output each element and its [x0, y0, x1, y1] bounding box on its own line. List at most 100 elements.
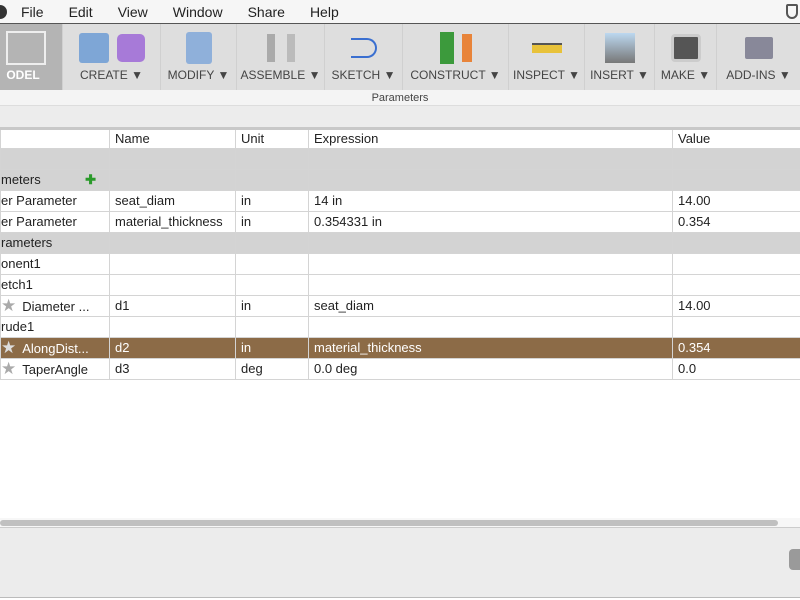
unit-cell: in — [235, 210, 309, 233]
expr-cell[interactable] — [308, 168, 673, 191]
image-icon — [604, 33, 635, 63]
parameter-cell: onent1 — [0, 252, 110, 275]
menu-help[interactable]: Help — [310, 4, 339, 20]
header-parameter[interactable] — [0, 128, 110, 149]
expr-cell[interactable]: 14 in — [308, 189, 673, 212]
construct-menu[interactable]: CONSTRUCT ▼ — [403, 24, 509, 90]
insert-label: INSERT — [590, 68, 634, 82]
unit-cell: in — [235, 294, 309, 317]
inspect-menu[interactable]: INSPECT ▼ — [509, 24, 585, 90]
add-parameter-icon[interactable]: ✚ — [85, 172, 96, 188]
sketch-menu[interactable]: SKETCH ▼ — [325, 24, 403, 90]
parameter-cell: er Parameter — [0, 189, 110, 212]
expr-cell[interactable]: 0.0 deg — [308, 357, 673, 380]
ok-button[interactable] — [789, 549, 800, 570]
parameter-label: meters — [1, 171, 41, 187]
name-cell — [109, 231, 236, 254]
value-cell — [672, 147, 800, 170]
value-cell: 0.0 — [672, 357, 800, 380]
expr-cell[interactable] — [308, 147, 673, 170]
parameter-cell: rude1 — [0, 315, 110, 338]
value-cell — [672, 315, 800, 338]
menu-view[interactable]: View — [118, 4, 148, 20]
expr-cell[interactable] — [308, 315, 673, 338]
table-row[interactable]: rude1 — [0, 315, 800, 338]
workspace-model-button[interactable]: ODEL — [0, 24, 63, 90]
name-cell — [109, 147, 236, 170]
modify-label: MODIFY — [167, 68, 215, 82]
cube-icon — [6, 31, 46, 65]
scrollbar-thumb[interactable] — [0, 520, 778, 526]
table-row[interactable]: ★ TaperAngle d3 deg 0.0 deg 0.0 — [0, 357, 800, 380]
joint-icon — [266, 34, 295, 62]
table-row[interactable]: etch1 — [0, 273, 800, 296]
menu-window[interactable]: Window — [173, 4, 223, 20]
assemble-menu[interactable]: ASSEMBLE ▼ — [237, 24, 325, 90]
parameter-cell — [0, 147, 110, 170]
plane-icon — [439, 32, 454, 64]
menu-file[interactable]: File — [21, 4, 44, 20]
expr-cell[interactable]: material_thickness — [308, 336, 673, 359]
add-ins-menu[interactable]: ADD-INS ▼ — [717, 24, 800, 90]
box-icon — [78, 33, 109, 63]
table-row[interactable] — [0, 147, 800, 170]
scripts-icon — [744, 37, 773, 59]
table-row[interactable]: er Parameter material_thickness in 0.354331… — [0, 210, 800, 233]
value-cell: 0.354 — [672, 210, 800, 233]
expr-cell[interactable] — [308, 273, 673, 296]
table-row[interactable]: onent1 — [0, 252, 800, 275]
menu-edit[interactable]: Edit — [69, 4, 93, 20]
expr-cell[interactable]: seat_diam — [308, 294, 673, 317]
table-row[interactable]: ★ AlongDist... d2 in material_thickness 0.354 — [0, 336, 800, 359]
header-expression[interactable]: Expression — [308, 128, 673, 149]
make-label: MAKE — [660, 68, 695, 82]
favorite-star-icon[interactable]: ★ — [2, 338, 17, 357]
table-row[interactable]: rameters — [0, 231, 800, 254]
unit-cell: deg — [235, 357, 309, 380]
parameters-table: Name Unit Expression Value meters ✚ er Par… — [0, 128, 800, 380]
expr-cell[interactable] — [308, 252, 673, 275]
create-menu[interactable]: CREATE ▼ — [63, 24, 161, 90]
name-cell — [109, 315, 236, 338]
value-cell: 0.354 — [672, 336, 800, 359]
parameter-label: onent1 — [1, 256, 41, 271]
value-cell — [672, 168, 800, 191]
dialog-title: Parameters — [0, 90, 800, 106]
make-menu[interactable]: MAKE ▼ — [655, 24, 717, 90]
insert-menu[interactable]: INSERT ▼ — [585, 24, 655, 90]
table-row[interactable]: meters ✚ — [0, 168, 800, 191]
table-header: Name Unit Expression Value — [0, 128, 800, 149]
table-row[interactable]: ★ Diameter ... d1 in seat_diam 14.00 — [0, 294, 800, 317]
header-unit[interactable]: Unit — [235, 128, 309, 149]
form-icon — [116, 34, 145, 62]
value-cell: 14.00 — [672, 189, 800, 212]
modify-menu[interactable]: MODIFY ▼ — [161, 24, 237, 90]
parameter-label: er Parameter — [1, 214, 77, 229]
parameter-label: AlongDist... — [22, 340, 89, 356]
horizontal-scrollbar[interactable] — [0, 518, 800, 528]
dialog-footer — [0, 528, 800, 598]
favorite-star-icon[interactable]: ★ — [2, 359, 17, 378]
sketch-label: SKETCH — [331, 68, 381, 82]
header-value[interactable]: Value — [672, 128, 800, 149]
value-cell: 14.00 — [672, 294, 800, 317]
unit-cell — [235, 231, 309, 254]
unit-cell: in — [235, 336, 309, 359]
construct-label: CONSTRUCT — [410, 68, 486, 82]
inspect-label: INSPECT — [512, 68, 565, 82]
table-row[interactable]: er Parameter seat_diam in 14 in 14.00 — [0, 189, 800, 212]
header-name[interactable]: Name — [109, 128, 236, 149]
unit-cell — [235, 168, 309, 191]
value-cell — [672, 273, 800, 296]
expr-cell[interactable]: 0.354331 in — [308, 210, 673, 233]
menu-share[interactable]: Share — [248, 4, 285, 20]
parameter-cell: rameters — [0, 231, 110, 254]
expr-cell[interactable] — [308, 231, 673, 254]
favorite-star-icon[interactable]: ★ — [2, 296, 17, 315]
value-cell — [672, 231, 800, 254]
name-cell — [109, 252, 236, 275]
create-label: CREATE — [79, 68, 128, 82]
assemble-label: ASSEMBLE — [240, 68, 306, 82]
parameter-cell: meters ✚ — [0, 168, 110, 191]
name-cell: d3 — [109, 357, 236, 380]
